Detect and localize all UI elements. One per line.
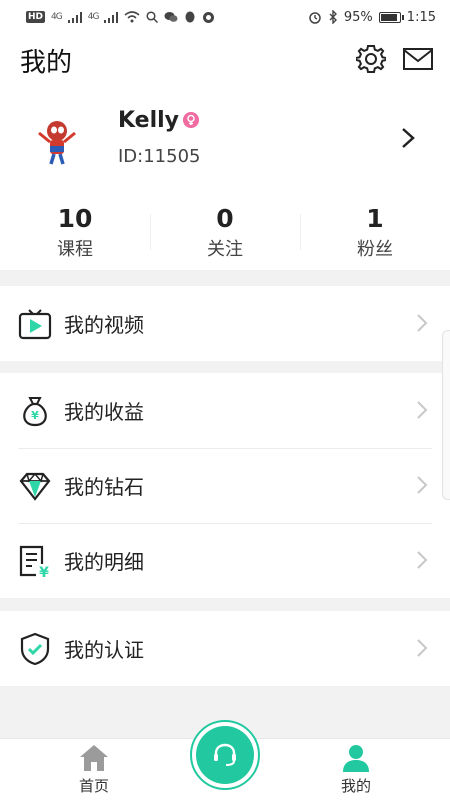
gear-icon[interactable]: [356, 44, 386, 74]
svg-text:¥: ¥: [31, 409, 39, 422]
tab-label: 我的: [340, 777, 371, 795]
tab-label: 首页: [78, 777, 109, 795]
menu-group-certification: 我的认证: [0, 611, 450, 686]
app-header: 我的: [0, 34, 450, 88]
app-notification-icon: [203, 11, 215, 23]
status-bar: HD 4G 4G 95% 1:15: [0, 0, 450, 34]
username: Kelly: [118, 108, 180, 133]
stats-row: 10 课程 0 关注 1 粉丝: [0, 200, 450, 270]
battery-fill: [380, 13, 397, 21]
profile-card: Kelly ID:11505 10 课程 0 关注 1 粉丝: [0, 88, 450, 270]
menu-item-earnings[interactable]: ¥ 我的收益: [0, 373, 450, 448]
qq-icon: [185, 11, 195, 22]
female-gender-icon: [183, 112, 199, 128]
edge-scroll-handle[interactable]: [442, 330, 450, 500]
stat-fans[interactable]: 1 粉丝: [300, 200, 450, 270]
status-time: 1:15: [406, 9, 436, 25]
avatar[interactable]: [32, 116, 82, 166]
network-label-2: 4G: [87, 12, 100, 22]
wifi-icon: [124, 11, 140, 23]
customer-service-inner: [196, 726, 254, 784]
menu-label: 我的明细: [64, 550, 144, 574]
mail-icon[interactable]: [402, 46, 434, 72]
tab-mine[interactable]: 我的: [316, 743, 396, 796]
stat-value: 1: [366, 204, 384, 233]
stat-courses[interactable]: 10 课程: [0, 200, 150, 270]
user-id: ID:11505: [118, 146, 201, 167]
chevron-right-icon: [417, 314, 428, 332]
menu-item-certification[interactable]: 我的认证: [0, 611, 450, 686]
page-title: 我的: [20, 48, 73, 78]
menu-item-details[interactable]: ¥ 我的明细: [0, 523, 450, 598]
user-icon: [343, 745, 369, 772]
network-label-1: 4G: [51, 12, 63, 22]
customer-service-button[interactable]: [190, 720, 260, 790]
menu-group-finance: ¥ 我的收益 我的钻石 ¥ 我的明细: [0, 373, 450, 598]
chevron-right-icon: [417, 476, 428, 494]
hd-badge: HD: [26, 11, 46, 23]
stat-label: 粉丝: [357, 239, 393, 260]
chevron-right-icon: [417, 401, 428, 419]
diamond-icon: [19, 472, 51, 501]
bluetooth-icon: [329, 10, 337, 24]
headset-icon: [214, 743, 236, 766]
tab-home[interactable]: 首页: [54, 743, 134, 796]
stat-label: 课程: [57, 239, 93, 260]
wechat-icon: [164, 12, 178, 22]
chevron-right-icon: [417, 551, 428, 569]
menu-label: 我的钻石: [64, 475, 144, 499]
stat-value: 0: [216, 204, 234, 233]
battery-percent: 95%: [343, 9, 373, 25]
signal-icon: [67, 11, 82, 23]
status-right: 95% 1:15: [308, 10, 436, 25]
stat-value: 10: [57, 204, 93, 233]
stat-following[interactable]: 0 关注: [150, 200, 300, 270]
tv-play-icon: [18, 308, 52, 339]
signal-icon-2: [104, 11, 119, 23]
menu-item-diamonds[interactable]: 我的钻石: [0, 448, 450, 523]
chevron-right-icon: [417, 639, 428, 657]
svg-text:¥: ¥: [39, 565, 49, 578]
stat-label: 关注: [207, 239, 243, 260]
alarm-icon: [309, 12, 321, 24]
bill-detail-icon: ¥: [19, 545, 49, 578]
chevron-right-icon[interactable]: [400, 126, 416, 150]
menu-label: 我的认证: [64, 638, 144, 662]
menu-item-videos[interactable]: 我的视频: [0, 286, 450, 361]
menu-group-videos: 我的视频: [0, 286, 450, 361]
shield-check-icon: [20, 632, 50, 665]
battery-icon: [378, 11, 404, 23]
menu-label: 我的收益: [64, 400, 144, 424]
menu-label: 我的视频: [64, 313, 144, 337]
money-bag-icon: ¥: [23, 396, 47, 426]
status-left: HD 4G 4G: [26, 11, 215, 24]
search-icon: [146, 11, 159, 23]
home-icon: [80, 745, 108, 771]
